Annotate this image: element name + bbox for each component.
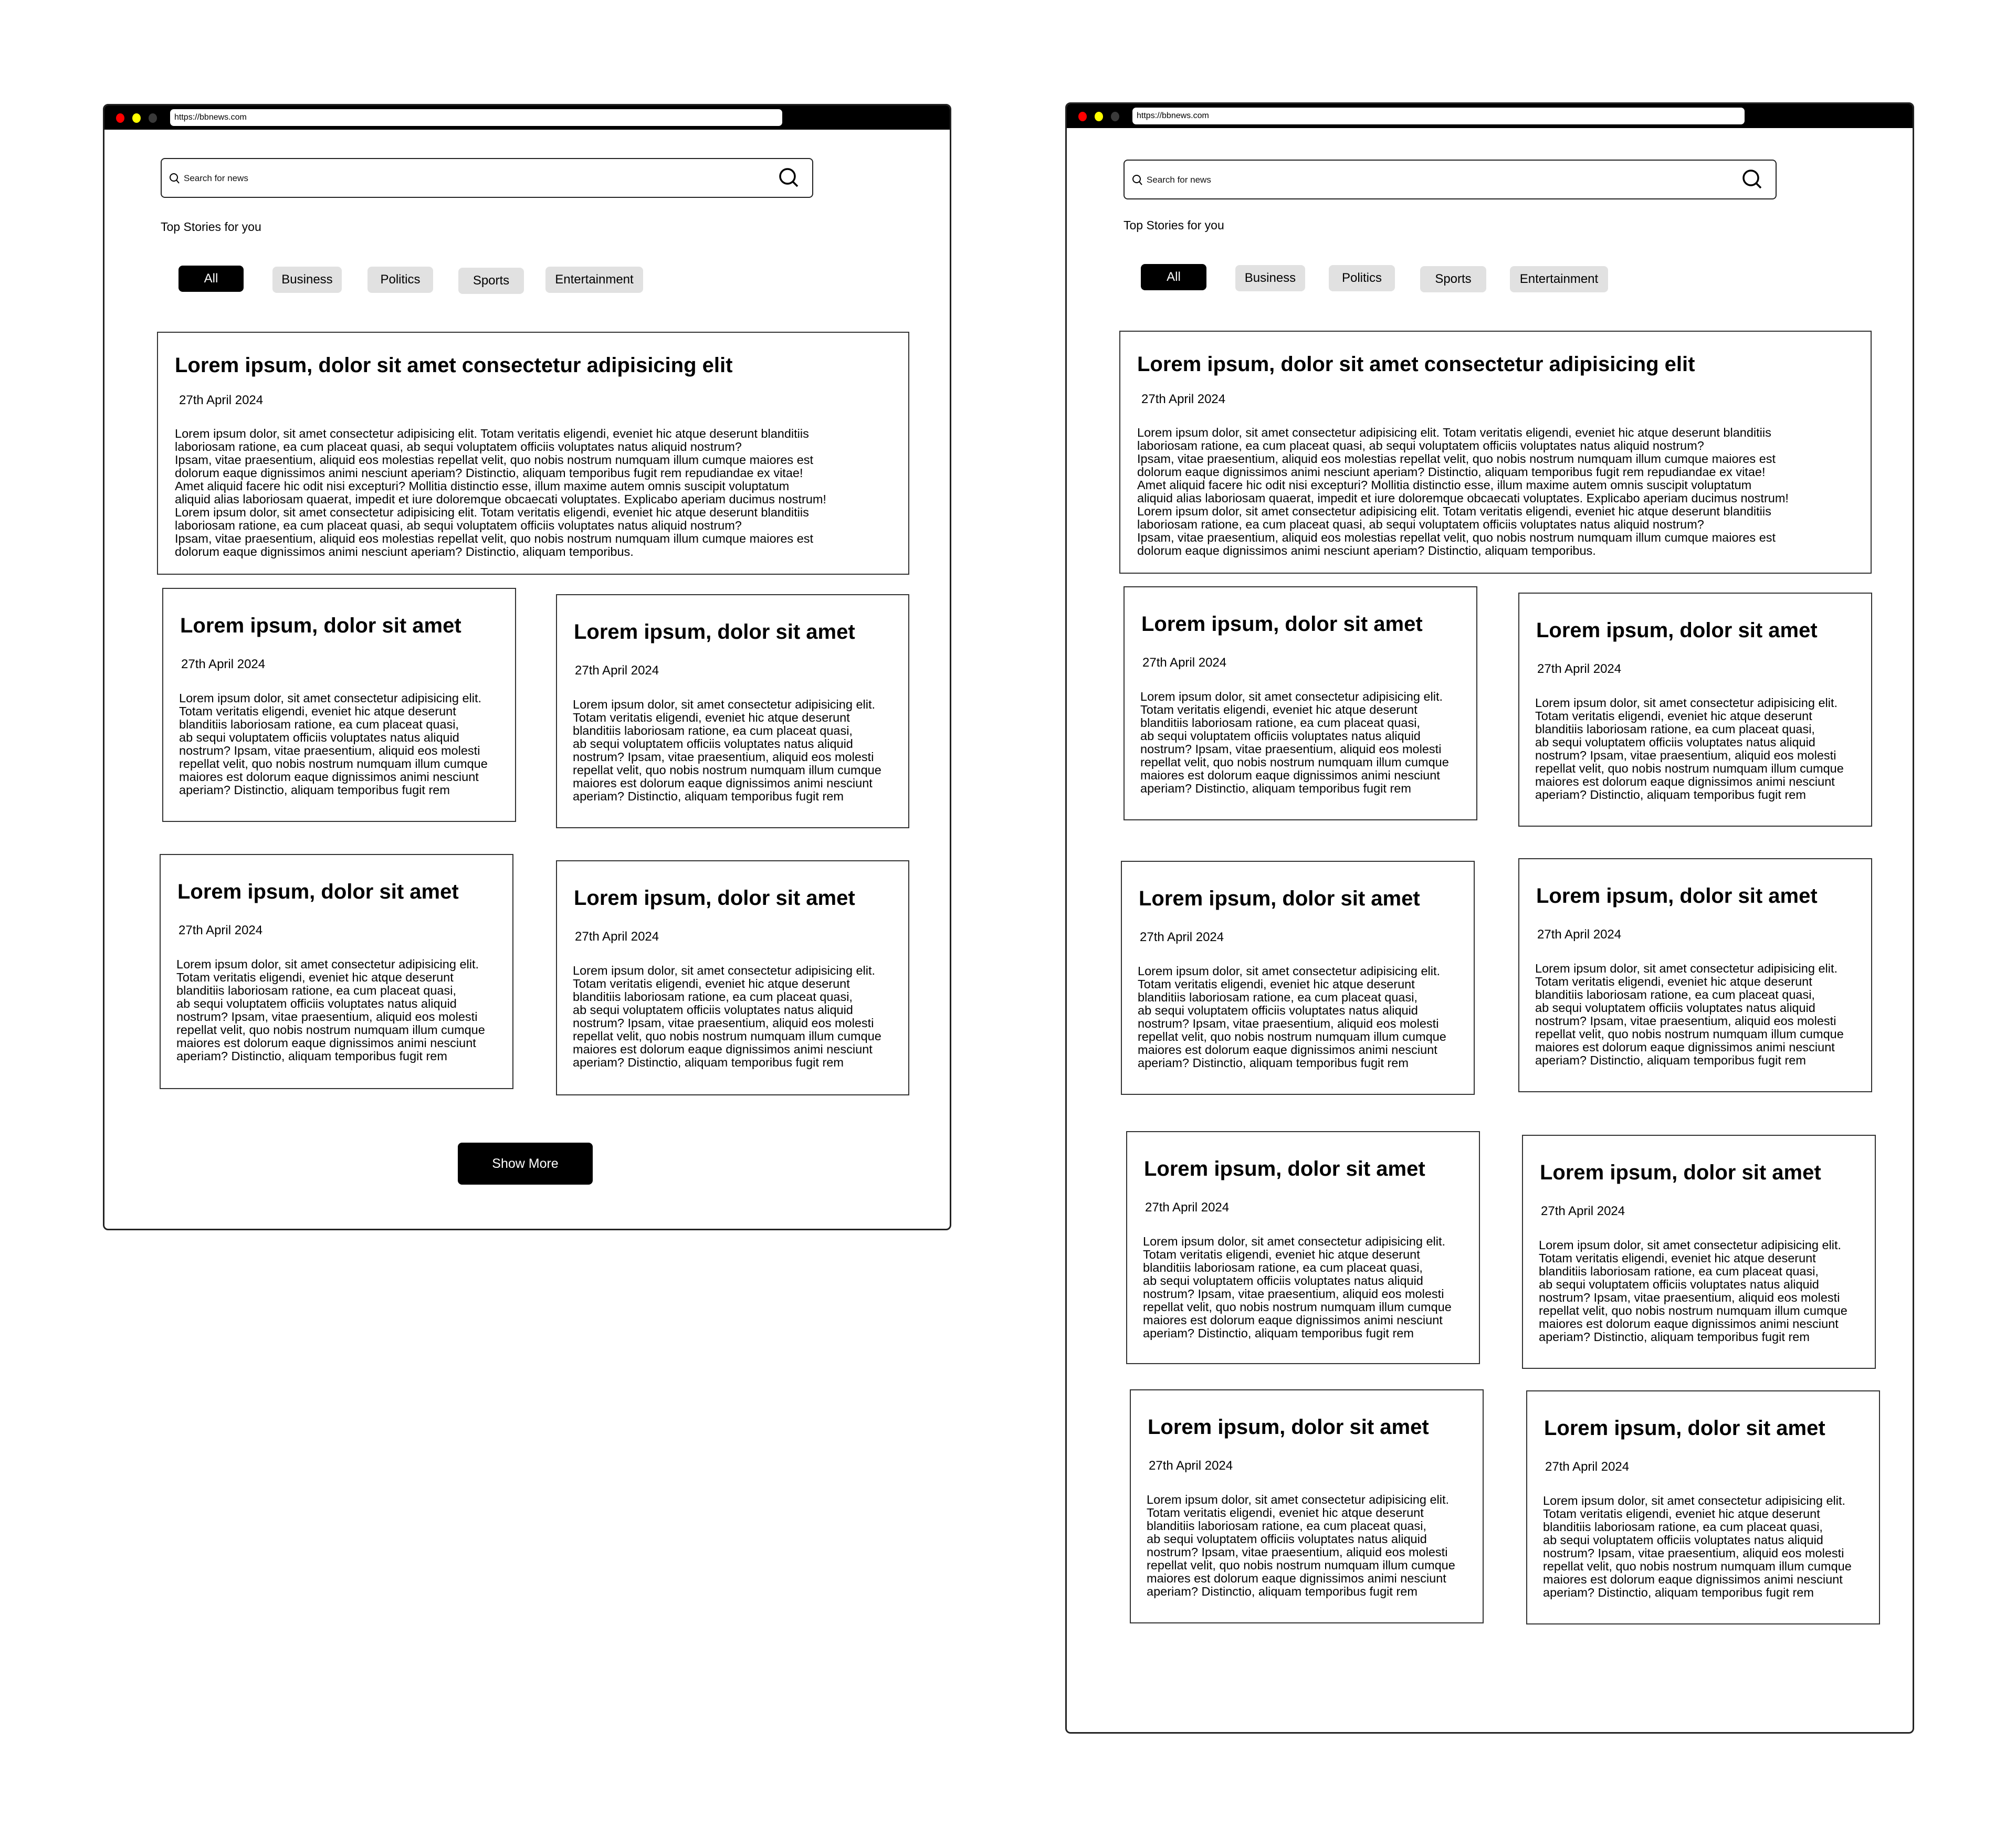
category-tab-politics[interactable]: Politics — [368, 267, 433, 293]
featured-article-card[interactable]: Lorem ipsum, dolor sit amet consectetur … — [157, 332, 909, 575]
browser-titlebar: https://bbnews.com — [1067, 104, 1913, 128]
article-card[interactable]: Lorem ipsum, dolor sit amet 27th April 2… — [1124, 586, 1477, 820]
search-submit-icon[interactable] — [1741, 168, 1764, 191]
browser-window-collapsed: https://bbnews.com Search for news Top S… — [103, 104, 951, 1230]
article-title[interactable]: Lorem ipsum, dolor sit amet consectetur … — [1137, 353, 1695, 376]
browser-window-expanded: https://bbnews.com Search for news Top S… — [1065, 102, 1914, 1734]
search-input[interactable]: Search for news — [161, 158, 813, 198]
article-date: 27th April 2024 — [1149, 1459, 1233, 1473]
article-card[interactable]: Lorem ipsum, dolor sit amet 27th April 2… — [1522, 1135, 1876, 1369]
article-body: Lorem ipsum dolor, sit amet consectetur … — [176, 957, 485, 1063]
article-date: 27th April 2024 — [575, 663, 659, 678]
article-card[interactable]: Lorem ipsum, dolor sit amet 27th April 2… — [556, 860, 909, 1095]
close-dot[interactable] — [116, 113, 124, 123]
article-title[interactable]: Lorem ipsum, dolor sit amet — [180, 614, 461, 638]
article-title[interactable]: Lorem ipsum, dolor sit amet — [1544, 1417, 1825, 1440]
category-tab-all[interactable]: All — [178, 266, 244, 292]
category-tab-business[interactable]: Business — [272, 267, 342, 293]
article-body: Lorem ipsum dolor, sit amet consectetur … — [1535, 962, 1844, 1067]
article-title[interactable]: Lorem ipsum, dolor sit amet consectetur … — [175, 354, 732, 377]
category-tab-business[interactable]: Business — [1235, 265, 1305, 291]
article-date: 27th April 2024 — [1545, 1460, 1630, 1474]
close-dot[interactable] — [1078, 112, 1087, 121]
article-body: Lorem ipsum dolor, sit amet consectetur … — [1138, 964, 1446, 1070]
article-body: Lorem ipsum dolor, sit amet consectetur … — [175, 427, 826, 558]
article-date: 27th April 2024 — [1537, 927, 1622, 942]
article-body: Lorem ipsum dolor, sit amet consectetur … — [1143, 1234, 1452, 1340]
category-tab-entertainment[interactable]: Entertainment — [1510, 266, 1608, 292]
featured-article-card[interactable]: Lorem ipsum, dolor sit amet consectetur … — [1119, 331, 1872, 574]
category-tab-sports[interactable]: Sports — [1420, 266, 1486, 292]
section-title: Top Stories for you — [1124, 218, 1224, 232]
address-bar[interactable]: https://bbnews.com — [1132, 108, 1745, 124]
article-card[interactable]: Lorem ipsum, dolor sit amet 27th April 2… — [1121, 861, 1475, 1095]
search-placeholder: Search for news — [184, 173, 248, 183]
article-title[interactable]: Lorem ipsum, dolor sit amet — [1148, 1416, 1429, 1439]
section-title: Top Stories for you — [161, 220, 261, 234]
article-card[interactable]: Lorem ipsum, dolor sit amet 27th April 2… — [1518, 593, 1872, 827]
article-card[interactable]: Lorem ipsum, dolor sit amet 27th April 2… — [1130, 1389, 1484, 1623]
article-card[interactable]: Lorem ipsum, dolor sit amet 27th April 2… — [162, 588, 516, 822]
article-date: 27th April 2024 — [1541, 1204, 1625, 1218]
search-placeholder: Search for news — [1147, 175, 1211, 185]
article-date: 27th April 2024 — [1537, 662, 1622, 676]
article-title[interactable]: Lorem ipsum, dolor sit amet — [177, 880, 459, 904]
article-date: 27th April 2024 — [178, 923, 263, 937]
article-body: Lorem ipsum dolor, sit amet consectetur … — [1535, 696, 1844, 801]
maximize-dot[interactable] — [1111, 112, 1119, 121]
article-body: Lorem ipsum dolor, sit amet consectetur … — [573, 964, 881, 1069]
browser-titlebar: https://bbnews.com — [104, 105, 950, 130]
article-body: Lorem ipsum dolor, sit amet consectetur … — [1140, 690, 1449, 795]
article-title[interactable]: Lorem ipsum, dolor sit amet — [1139, 887, 1420, 911]
article-body: Lorem ipsum dolor, sit amet consectetur … — [1137, 426, 1789, 557]
article-card[interactable]: Lorem ipsum, dolor sit amet 27th April 2… — [1526, 1390, 1880, 1624]
article-title[interactable]: Lorem ipsum, dolor sit amet — [574, 620, 855, 644]
article-date: 27th April 2024 — [1141, 392, 1226, 406]
category-tab-sports[interactable]: Sports — [458, 268, 524, 294]
article-date: 27th April 2024 — [1142, 656, 1227, 670]
category-tab-all[interactable]: All — [1141, 264, 1206, 290]
article-title[interactable]: Lorem ipsum, dolor sit amet — [1536, 619, 1818, 642]
article-body: Lorem ipsum dolor, sit amet consectetur … — [179, 691, 488, 797]
article-title[interactable]: Lorem ipsum, dolor sit amet — [1141, 613, 1423, 636]
search-submit-icon[interactable] — [778, 166, 801, 189]
article-title[interactable]: Lorem ipsum, dolor sit amet — [574, 887, 855, 910]
category-tab-entertainment[interactable]: Entertainment — [545, 267, 643, 293]
article-date: 27th April 2024 — [1140, 930, 1224, 944]
article-title[interactable]: Lorem ipsum, dolor sit amet — [1540, 1161, 1821, 1185]
article-card[interactable]: Lorem ipsum, dolor sit amet 27th April 2… — [1518, 858, 1872, 1092]
minimize-dot[interactable] — [1095, 112, 1103, 121]
category-tab-politics[interactable]: Politics — [1329, 265, 1395, 291]
search-icon — [170, 173, 180, 184]
article-body: Lorem ipsum dolor, sit amet consectetur … — [1147, 1493, 1455, 1598]
article-card[interactable]: Lorem ipsum, dolor sit amet 27th April 2… — [556, 594, 909, 828]
search-input[interactable]: Search for news — [1124, 160, 1777, 199]
article-card[interactable]: Lorem ipsum, dolor sit amet 27th April 2… — [160, 854, 513, 1089]
address-bar[interactable]: https://bbnews.com — [170, 109, 782, 126]
maximize-dot[interactable] — [149, 113, 157, 123]
article-date: 27th April 2024 — [1145, 1200, 1230, 1215]
article-date: 27th April 2024 — [181, 657, 266, 671]
show-more-button[interactable]: Show More — [458, 1143, 593, 1185]
article-body: Lorem ipsum dolor, sit amet consectetur … — [1539, 1238, 1847, 1344]
minimize-dot[interactable] — [132, 113, 141, 123]
article-date: 27th April 2024 — [575, 930, 659, 944]
article-title[interactable]: Lorem ipsum, dolor sit amet — [1144, 1157, 1425, 1181]
article-body: Lorem ipsum dolor, sit amet consectetur … — [573, 698, 881, 803]
search-icon — [1132, 175, 1142, 185]
article-card[interactable]: Lorem ipsum, dolor sit amet 27th April 2… — [1126, 1131, 1480, 1364]
article-body: Lorem ipsum dolor, sit amet consectetur … — [1543, 1494, 1852, 1599]
article-title[interactable]: Lorem ipsum, dolor sit amet — [1536, 884, 1818, 908]
article-date: 27th April 2024 — [179, 393, 264, 407]
